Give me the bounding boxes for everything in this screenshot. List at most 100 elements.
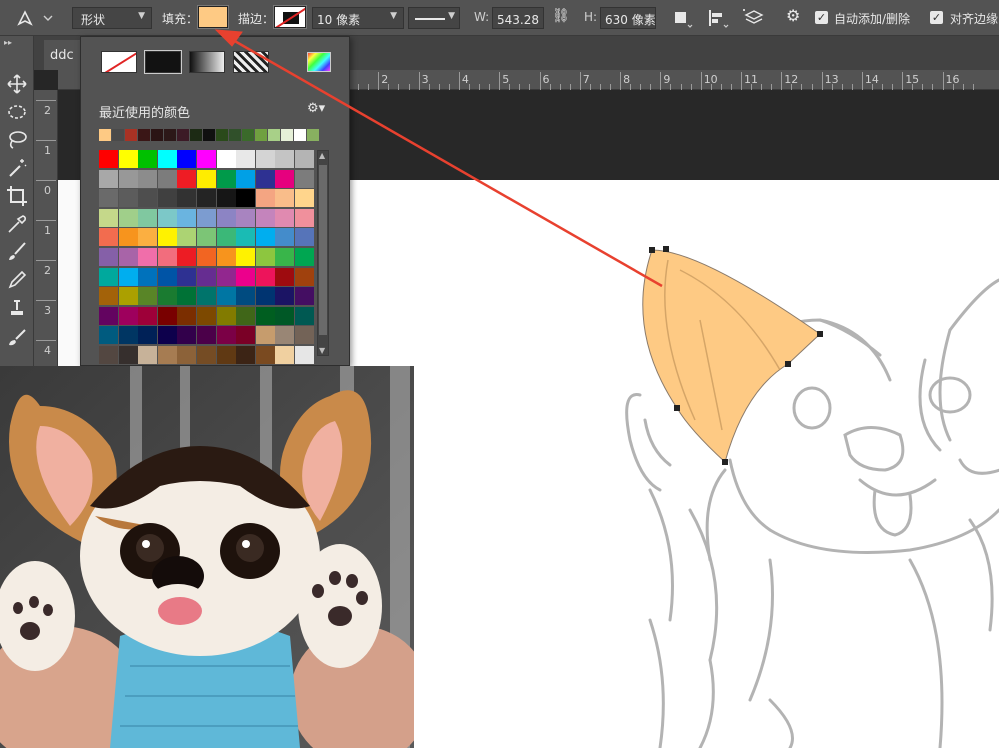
recent-color-swatch[interactable] bbox=[268, 129, 280, 141]
color-swatch[interactable] bbox=[157, 169, 177, 188]
color-swatch[interactable] bbox=[216, 306, 236, 325]
color-swatch[interactable] bbox=[216, 346, 236, 364]
color-swatch[interactable] bbox=[275, 287, 295, 306]
color-swatch[interactable] bbox=[197, 208, 216, 227]
color-swatch[interactable] bbox=[216, 267, 236, 286]
color-swatch[interactable] bbox=[177, 169, 197, 188]
recent-color-swatch[interactable] bbox=[216, 129, 228, 141]
recent-color-swatch[interactable] bbox=[281, 129, 293, 141]
color-swatch[interactable] bbox=[216, 169, 236, 188]
color-swatch[interactable] bbox=[197, 326, 216, 345]
solid-color-button[interactable] bbox=[144, 50, 182, 74]
lasso-tool-icon[interactable] bbox=[5, 128, 29, 152]
color-swatch[interactable] bbox=[138, 208, 158, 227]
color-swatch[interactable] bbox=[255, 208, 275, 227]
color-swatch[interactable] bbox=[99, 248, 118, 266]
crop-tool-icon[interactable] bbox=[5, 184, 29, 208]
color-swatch[interactable] bbox=[236, 326, 256, 345]
color-swatch[interactable] bbox=[177, 287, 197, 306]
color-swatch[interactable] bbox=[99, 228, 118, 247]
color-swatch[interactable] bbox=[118, 228, 138, 247]
color-swatch[interactable] bbox=[275, 150, 295, 168]
recent-color-swatch[interactable] bbox=[255, 129, 267, 141]
color-swatch[interactable] bbox=[118, 189, 138, 208]
color-swatch[interactable] bbox=[275, 208, 295, 227]
eyedropper-tool-icon[interactable] bbox=[5, 212, 29, 236]
color-swatch[interactable] bbox=[138, 326, 158, 345]
color-swatch[interactable] bbox=[295, 169, 314, 188]
link-icon[interactable]: ⛓ bbox=[552, 8, 572, 28]
fill-color-swatch[interactable] bbox=[197, 5, 229, 29]
color-swatch[interactable] bbox=[118, 306, 138, 325]
color-swatch[interactable] bbox=[216, 287, 236, 306]
color-swatch[interactable] bbox=[295, 267, 314, 286]
color-swatch[interactable] bbox=[197, 150, 216, 168]
color-swatch[interactable] bbox=[255, 150, 275, 168]
color-swatch[interactable] bbox=[157, 267, 177, 286]
color-swatch[interactable] bbox=[255, 169, 275, 188]
color-swatch[interactable] bbox=[255, 267, 275, 286]
color-swatch[interactable] bbox=[138, 228, 158, 247]
color-swatch[interactable] bbox=[138, 169, 158, 188]
color-swatch[interactable] bbox=[236, 228, 256, 247]
recent-color-swatch[interactable] bbox=[99, 129, 111, 141]
color-swatch[interactable] bbox=[255, 189, 275, 208]
swatch-scrollbar[interactable]: ▲ ▼ bbox=[317, 150, 329, 356]
color-swatch[interactable] bbox=[197, 267, 216, 286]
color-swatch[interactable] bbox=[99, 169, 118, 188]
color-swatch[interactable] bbox=[236, 150, 256, 168]
color-swatch[interactable] bbox=[118, 346, 138, 364]
color-swatch[interactable] bbox=[99, 346, 118, 364]
color-swatch[interactable] bbox=[255, 346, 275, 364]
path-alignment-icon[interactable] bbox=[706, 8, 730, 30]
color-swatch[interactable] bbox=[197, 306, 216, 325]
align-edges-checkbox[interactable]: ✓ bbox=[930, 11, 943, 24]
color-swatch[interactable] bbox=[157, 248, 177, 266]
brush-tool-icon[interactable] bbox=[5, 240, 29, 264]
color-swatch[interactable] bbox=[236, 346, 256, 364]
document-canvas[interactable] bbox=[350, 180, 999, 748]
color-swatch[interactable] bbox=[118, 267, 138, 286]
width-input[interactable]: 543.28 像 bbox=[492, 7, 544, 29]
history-brush-tool-icon[interactable] bbox=[5, 326, 29, 350]
color-swatch[interactable] bbox=[255, 228, 275, 247]
magic-wand-tool-icon[interactable] bbox=[5, 156, 29, 180]
color-swatch[interactable] bbox=[197, 169, 216, 188]
color-swatch[interactable] bbox=[157, 326, 177, 345]
auto-add-delete-checkbox[interactable]: ✓ bbox=[815, 11, 828, 24]
scroll-thumb[interactable] bbox=[319, 165, 327, 335]
path-arrangement-icon[interactable] bbox=[742, 8, 766, 30]
color-swatch[interactable] bbox=[275, 248, 295, 266]
color-swatch[interactable] bbox=[295, 326, 314, 345]
color-swatch[interactable] bbox=[197, 189, 216, 208]
color-swatch[interactable] bbox=[216, 248, 236, 266]
color-swatch[interactable] bbox=[295, 346, 314, 364]
color-picker-icon[interactable] bbox=[307, 52, 331, 72]
color-swatch[interactable] bbox=[236, 208, 256, 227]
scroll-up-icon[interactable]: ▲ bbox=[319, 151, 325, 160]
color-swatch[interactable] bbox=[295, 150, 314, 168]
pen-tool-preset-icon[interactable] bbox=[16, 8, 56, 28]
color-swatch[interactable] bbox=[275, 306, 295, 325]
color-swatch[interactable] bbox=[216, 326, 236, 345]
color-swatch[interactable] bbox=[99, 287, 118, 306]
color-swatch[interactable] bbox=[177, 189, 197, 208]
color-swatch[interactable] bbox=[295, 248, 314, 266]
gear-icon[interactable]: ⚙▾ bbox=[307, 101, 325, 116]
color-swatch[interactable] bbox=[275, 189, 295, 208]
move-tool-icon[interactable] bbox=[5, 72, 29, 96]
height-input[interactable]: 630 像素 bbox=[600, 7, 656, 29]
recent-color-swatch[interactable] bbox=[164, 129, 176, 141]
color-swatch[interactable] bbox=[295, 306, 314, 325]
color-swatch[interactable] bbox=[236, 189, 256, 208]
color-swatch[interactable] bbox=[118, 248, 138, 266]
color-swatch[interactable] bbox=[99, 267, 118, 286]
gradient-button[interactable] bbox=[189, 51, 225, 73]
color-swatch[interactable] bbox=[157, 228, 177, 247]
recent-color-swatch[interactable] bbox=[307, 129, 319, 141]
color-swatch[interactable] bbox=[255, 326, 275, 345]
color-swatch[interactable] bbox=[99, 208, 118, 227]
color-swatch[interactable] bbox=[177, 150, 197, 168]
color-swatch[interactable] bbox=[177, 248, 197, 266]
no-fill-button[interactable] bbox=[101, 51, 137, 73]
